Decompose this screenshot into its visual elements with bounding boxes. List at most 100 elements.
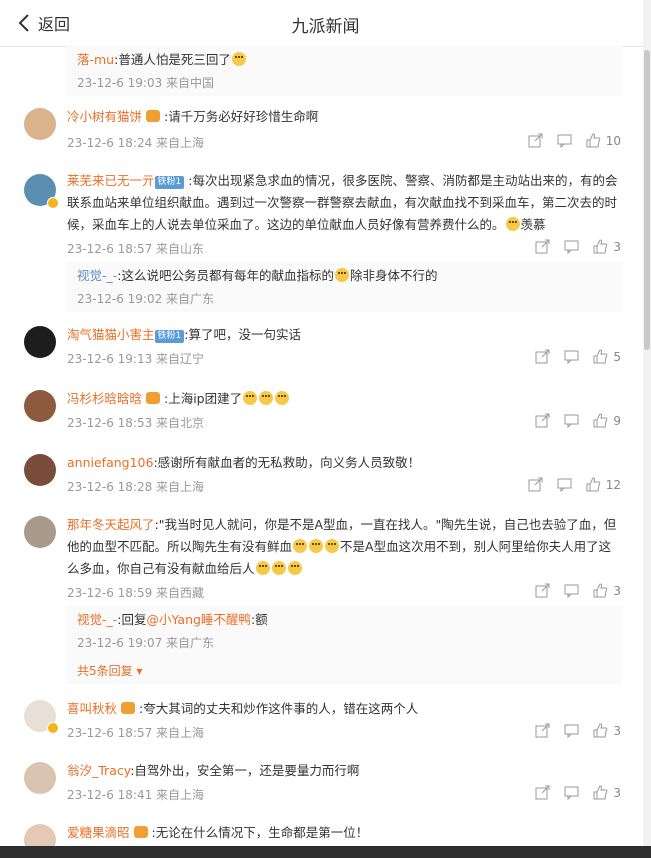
share-button[interactable] [535, 349, 550, 364]
comment-text: 淘气猫猫小害主 铁粉1:算了吧，没一句实话 [67, 324, 621, 346]
share-icon [528, 133, 543, 148]
crown-icon [146, 392, 161, 404]
reply-word: :回复 [117, 612, 147, 627]
comment-item: 莱芜来已无一亓 铁粉1 :每次出现紧急求血的情况，很多医院、警察、消防都是主动站出… [0, 170, 643, 260]
comment-username[interactable]: 冯杉杉晗晗晗 [67, 391, 142, 406]
comment-icon [564, 350, 579, 364]
comment-username[interactable]: 那年冬天起风了 [67, 517, 155, 532]
comment-text: 爱糖果滴昭 :无论在什么情况下，生命都是第一位！ [67, 822, 621, 844]
thumbs-up-icon [586, 477, 600, 492]
comment-meta: 23-12-6 18:59 来自西藏 [67, 586, 205, 600]
comment-username[interactable]: 爱糖果滴昭 [67, 825, 130, 840]
like-count: 10 [605, 133, 621, 148]
comment-button[interactable] [564, 413, 579, 428]
reply-body: :额 [250, 612, 268, 627]
emoji-icon [271, 561, 286, 575]
top-bar: 返回 九派新闻 [0, 0, 651, 47]
emoji-icon [335, 268, 349, 282]
avatar[interactable] [24, 390, 56, 422]
share-button[interactable] [535, 239, 550, 254]
share-button[interactable] [535, 785, 550, 800]
more-replies-link[interactable]: 共5条回复 ▾ [77, 662, 143, 679]
comment-username[interactable]: 冷小树有猫饼 [67, 109, 142, 124]
like-button[interactable]: 3 [593, 583, 621, 598]
comment-username[interactable]: 喜叫秋秋 [67, 701, 117, 716]
comment-button[interactable] [564, 239, 579, 254]
crown-icon [133, 826, 148, 838]
avatar[interactable] [24, 454, 56, 486]
comment-button[interactable] [557, 133, 572, 148]
like-button[interactable]: 3 [593, 239, 621, 254]
comment-actions: 10 [528, 133, 621, 148]
share-button[interactable] [535, 583, 550, 598]
comment-actions: 3 [535, 583, 621, 598]
comment-username[interactable]: anniefang106 [67, 455, 153, 470]
reply-block: 视觉-_-:这么说吧公务员都有每年的献血指标的 除非身体不行的 23-12-6 1… [67, 262, 622, 312]
comment-item: 冯杉杉晗晗晗 :上海ip团建了 23-12-6 18:53 来自北京 9 [0, 388, 643, 438]
share-button[interactable] [535, 723, 550, 738]
thumbs-up-icon [586, 133, 600, 148]
like-button[interactable]: 3 [593, 723, 621, 738]
like-count: 9 [613, 413, 621, 428]
like-count: 3 [613, 239, 621, 254]
emoji-icon [259, 391, 274, 405]
comment-body: :上海ip团建了 [164, 391, 243, 406]
thumbs-up-icon [593, 413, 608, 428]
mention-link[interactable]: @小Yang睡不醒鸭 [147, 612, 251, 627]
comment-username[interactable]: 翁汐_Tracy [67, 763, 130, 778]
comment-icon [557, 478, 572, 492]
share-icon [535, 583, 550, 598]
comment-item: 冷小树有猫饼 :请千万务必好好珍惜生命啊 23-12-6 18:24 来自上海 … [0, 104, 643, 156]
avatar[interactable] [24, 326, 56, 358]
comment-body: :感谢所有献血者的无私救助，向义务人员致敬！ [153, 455, 421, 470]
like-count: 5 [613, 349, 621, 364]
share-button[interactable] [528, 133, 543, 148]
verified-badge-icon [47, 197, 59, 209]
reply-username[interactable]: 视觉-_- [77, 612, 117, 627]
like-button[interactable]: 5 [593, 349, 621, 364]
comment-body: :无论在什么情况下，生命都是第一位！ [151, 825, 369, 840]
reply-text: 落-mu:普通人怕是死三回了 [77, 50, 612, 70]
like-button[interactable]: 9 [593, 413, 621, 428]
comment-username[interactable]: 莱芜来已无一亓 [67, 173, 155, 188]
like-button[interactable]: 10 [586, 133, 621, 148]
comment-meta: 23-12-6 18:57 来自上海 [67, 726, 205, 740]
comment-button[interactable] [564, 583, 579, 598]
comment-button[interactable] [557, 477, 572, 492]
comment-button[interactable] [564, 349, 579, 364]
share-button[interactable] [528, 477, 543, 492]
chevron-down-icon: ▾ [136, 664, 143, 678]
fan-level-badge: 铁粉1 [154, 330, 185, 343]
thumbs-up-icon [593, 785, 608, 800]
avatar[interactable] [24, 108, 56, 140]
verified-badge-icon [47, 722, 59, 734]
like-button[interactable]: 3 [593, 785, 621, 800]
comment-text: 翁汐_Tracy:自驾外出，安全第一，还是要量力而行啊 [67, 760, 621, 782]
share-icon [535, 723, 550, 738]
reply-meta: 23-12-6 19:07 来自广东 [77, 636, 215, 650]
scrollbar[interactable] [643, 0, 651, 858]
reply-username[interactable]: 落-mu [77, 52, 114, 67]
comment-actions: 12 [528, 477, 621, 492]
avatar[interactable] [24, 762, 56, 794]
comment-item: anniefang106:感谢所有献血者的无私救助，向义务人员致敬！ 23-12… [0, 452, 643, 502]
like-button[interactable]: 12 [586, 477, 621, 492]
reply-block: 视觉-_-:回复@小Yang睡不醒鸭:额 23-12-6 19:07 来自广东 … [67, 606, 622, 684]
reply-username[interactable]: 视觉-_- [77, 268, 117, 283]
page-title: 九派新闻 [291, 17, 360, 37]
scroll-thumb[interactable] [644, 50, 650, 350]
reply-meta: 23-12-6 19:03 来自中国 [77, 76, 215, 90]
avatar[interactable] [24, 516, 56, 548]
comment-button[interactable] [564, 785, 579, 800]
comment-text: 冷小树有猫饼 :请千万务必好好珍惜生命啊 [67, 106, 621, 128]
comment-icon [564, 786, 579, 800]
comment-text: 冯杉杉晗晗晗 :上海ip团建了 [67, 388, 621, 410]
comment-icon [564, 584, 579, 598]
crying-emoji-icon [505, 217, 520, 231]
comment-button[interactable] [564, 723, 579, 738]
share-icon [535, 413, 550, 428]
comment-username[interactable]: 淘气猫猫小害主 [67, 327, 155, 342]
reply-body-tail: 除非身体不行的 [350, 268, 438, 283]
thumbs-up-icon [593, 349, 608, 364]
share-button[interactable] [535, 413, 550, 428]
